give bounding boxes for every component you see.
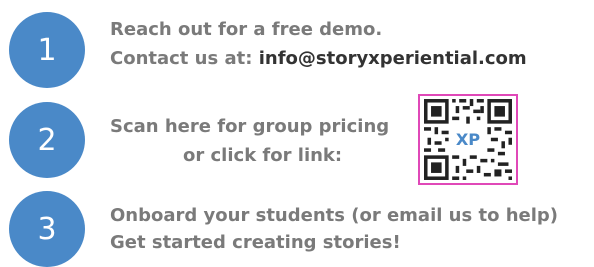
step-3-subtitle: Get started creating stories! [110, 232, 401, 253]
step-3-title: Onboard your students (or email us to he… [110, 205, 559, 226]
step-2-title: Scan here for group pricing [110, 116, 390, 137]
contact-label: Contact us at: [110, 48, 259, 69]
qr-logo-text: XP [456, 130, 480, 149]
step-3-number: 3 [37, 211, 57, 247]
qr-code[interactable]: XP [418, 94, 518, 185]
step-1-title: Reach out for a free demo. [110, 19, 383, 40]
qr-code-icon: XP [424, 99, 512, 180]
step-2-badge: 2 [9, 102, 85, 178]
step-1-badge: 1 [9, 12, 85, 88]
step-1-number: 1 [37, 32, 57, 68]
step-3-badge: 3 [9, 191, 85, 267]
step-2-number: 2 [37, 122, 57, 158]
contact-email-link[interactable]: info@storyxperiential.com [259, 48, 527, 69]
step-1-contact: Contact us at: info@storyxperiential.com [110, 48, 527, 70]
step-2-link-hint[interactable]: or click for link: [183, 145, 342, 167]
